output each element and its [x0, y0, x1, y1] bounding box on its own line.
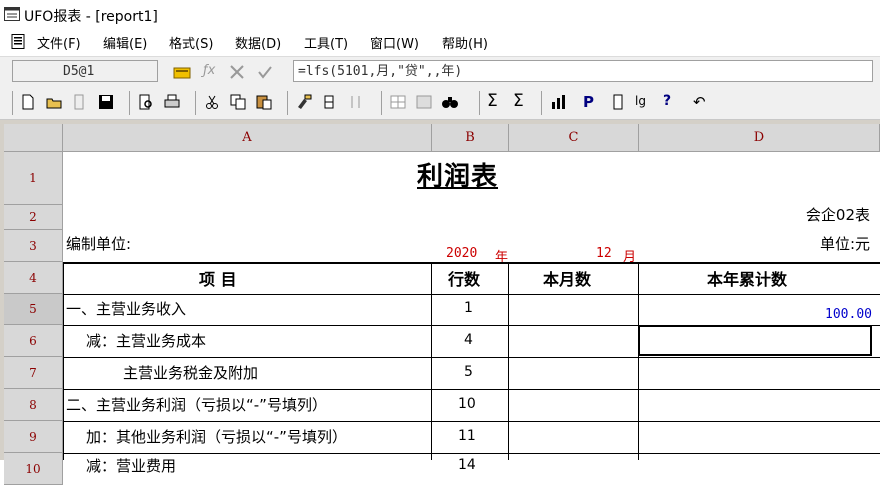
header-item: 项 目	[199, 270, 237, 289]
column-header-a[interactable]: A	[63, 124, 432, 152]
app-icon	[4, 7, 20, 21]
header-this-month: 本月数	[543, 270, 592, 289]
row-header-3[interactable]: 3	[4, 230, 63, 262]
new-file-icon[interactable]	[19, 93, 37, 111]
row-header-2[interactable]: 2	[4, 205, 63, 230]
form-code: 会企02表	[805, 206, 870, 224]
item-line[interactable]: 14	[458, 457, 476, 473]
p-icon[interactable]: P	[583, 93, 601, 111]
paste-icon[interactable]	[255, 93, 273, 111]
item-name[interactable]: 一、主营业务收入	[66, 298, 186, 319]
column-header-c[interactable]: C	[509, 124, 639, 152]
confirm-icon[interactable]	[256, 62, 274, 82]
undo-icon[interactable]: ↶	[693, 93, 711, 111]
function-wizard-icon[interactable]	[172, 62, 192, 82]
spreadsheet-grid[interactable]: A B C D 1 2 3 4 5 6 7 8 9 10 利润表 会企02表 编…	[0, 120, 880, 485]
fx-icon[interactable]: ƒx	[203, 63, 215, 83]
sort-icon[interactable]	[347, 93, 365, 111]
item-line[interactable]: 11	[458, 428, 476, 444]
item-line[interactable]: 4	[464, 332, 473, 348]
format-painter-icon[interactable]	[295, 93, 313, 111]
header-line: 行数	[448, 270, 481, 289]
item-line[interactable]: 10	[458, 396, 476, 412]
select-all-corner[interactable]	[4, 124, 63, 152]
menu-format[interactable]: 格式(S)	[169, 33, 213, 52]
currency-unit: 单位:元	[819, 235, 870, 253]
menu-help[interactable]: 帮助(H)	[442, 33, 488, 52]
row-header-4[interactable]: 4	[4, 262, 63, 294]
pattern-icon[interactable]	[415, 93, 433, 111]
row-header-9[interactable]: 9	[4, 421, 63, 453]
page-icon[interactable]	[71, 93, 89, 111]
item-line[interactable]: 5	[464, 364, 473, 380]
sum-icon[interactable]: Σ	[487, 92, 505, 110]
unit-label: 编制单位:	[66, 235, 132, 253]
item-name[interactable]: 减：营业费用	[86, 455, 176, 476]
item-line[interactable]: 1	[464, 300, 473, 316]
log-icon[interactable]: lg	[635, 94, 653, 112]
cancel-icon[interactable]	[228, 62, 246, 82]
item-name[interactable]: 主营业务税金及附加	[123, 362, 258, 383]
report-title: 利润表	[417, 162, 499, 192]
column-header-d[interactable]: D	[639, 124, 880, 152]
menu-window[interactable]: 窗口(W)	[370, 33, 419, 52]
menu-data[interactable]: 数据(D)	[235, 33, 281, 52]
chart-icon[interactable]	[549, 93, 567, 111]
print-preview-icon[interactable]	[137, 93, 155, 111]
page-setup-icon[interactable]	[609, 93, 627, 111]
window-title: UFO报表 - [report1]	[24, 9, 158, 25]
item-ytd[interactable]: 100.00	[825, 307, 872, 322]
row-header-6[interactable]: 6	[4, 325, 63, 357]
row-header-8[interactable]: 8	[4, 389, 63, 421]
formula-input[interactable]: =lfs(5101,月,"贷",,年)	[293, 60, 873, 82]
toolbar: Σ Σ P lg ? ↶	[0, 87, 880, 120]
year-value: 2020	[446, 246, 478, 261]
insert-row-icon[interactable]	[321, 93, 339, 111]
formula-bar: D5@1 ƒx =lfs(5101,月,"贷",,年)	[0, 56, 880, 88]
menu-tools[interactable]: 工具(T)	[304, 33, 348, 52]
help-pointer-icon[interactable]: ?	[663, 93, 681, 111]
open-folder-icon[interactable]	[45, 93, 63, 111]
sum-column-icon[interactable]: Σ	[513, 92, 531, 110]
row-header-7[interactable]: 7	[4, 357, 63, 389]
header-ytd: 本年累计数	[707, 270, 788, 289]
find-icon[interactable]	[441, 93, 459, 111]
sheet-body[interactable]: 利润表 会企02表 编制单位: 单位:元 2020 年 12 月 项 目 行数 …	[63, 152, 880, 475]
column-header-b[interactable]: B	[432, 124, 509, 152]
month-value: 12	[596, 246, 612, 261]
item-name[interactable]: 二、主营业务利润（亏损以“-”号填列）	[66, 394, 327, 415]
grid-icon[interactable]	[389, 93, 407, 111]
document-icon[interactable]	[11, 34, 25, 49]
cut-icon[interactable]	[203, 93, 221, 111]
menu-bar: 文件(F) 编辑(E) 格式(S) 数据(D) 工具(T) 窗口(W) 帮助(H…	[0, 30, 880, 54]
save-icon[interactable]	[97, 93, 115, 111]
cell-reference-box[interactable]: D5@1	[12, 60, 158, 82]
item-name[interactable]: 减：主营业务成本	[86, 330, 206, 351]
menu-edit[interactable]: 编辑(E)	[103, 33, 147, 52]
copy-icon[interactable]	[229, 93, 247, 111]
selected-cell-d5[interactable]	[638, 325, 872, 356]
row-header-1[interactable]: 1	[4, 152, 63, 205]
title-bar: UFO报表 - [report1]	[0, 0, 880, 30]
row-header-5[interactable]: 5	[4, 294, 63, 325]
item-name[interactable]: 加：其他业务利润（亏损以“-”号填列）	[86, 426, 347, 447]
menu-file[interactable]: 文件(F)	[37, 33, 81, 52]
row-header-10[interactable]: 10	[4, 453, 63, 485]
print-icon[interactable]	[163, 93, 181, 111]
